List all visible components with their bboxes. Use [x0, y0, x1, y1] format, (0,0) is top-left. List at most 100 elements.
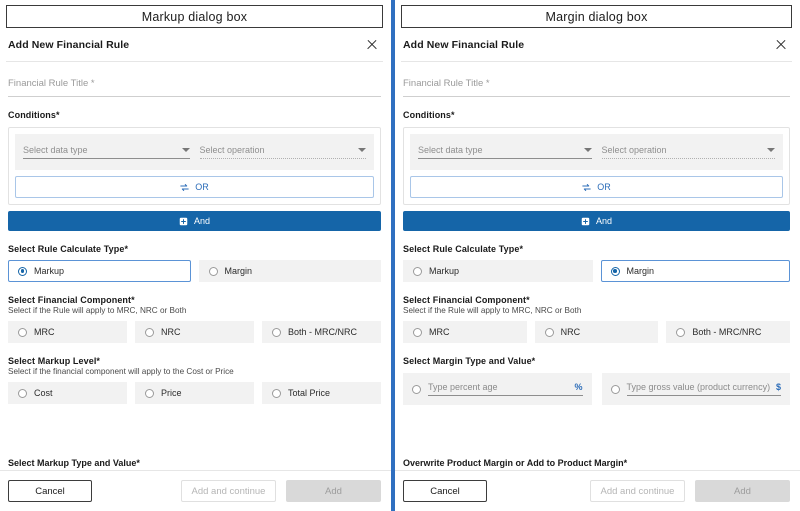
currency-unit-icon: $: [776, 382, 781, 392]
margin-option-margin[interactable]: Margin: [601, 260, 791, 282]
plus-box-icon: [581, 217, 590, 226]
margin-and-button[interactable]: And: [403, 211, 790, 231]
margin-caption-box: Margin dialog box: [401, 5, 792, 28]
markup-financial-component-label: Select Financial Component*: [8, 295, 381, 305]
margin-add-and-continue-button[interactable]: Add and continue: [590, 480, 685, 502]
margin-or-button[interactable]: OR: [410, 176, 783, 198]
markup-option-margin-label: Margin: [225, 266, 253, 276]
margin-percent-input[interactable]: Type percent age %: [428, 382, 583, 396]
radio-icon: [272, 328, 281, 337]
radio-icon: [611, 267, 620, 276]
dialog-comparison: Markup dialog box Add New Financial Rule…: [0, 0, 800, 511]
margin-rule-title-placeholder: Financial Rule Title *: [403, 78, 490, 89]
margin-and-label: And: [596, 216, 612, 226]
markup-option-markup[interactable]: Markup: [8, 260, 191, 282]
radio-icon: [18, 389, 27, 398]
markup-option-mrc-label: MRC: [34, 327, 55, 337]
margin-percent-placeholder: Type percent age: [428, 382, 498, 392]
margin-cancel-button[interactable]: Cancel: [403, 480, 487, 502]
markup-conditions-label: Conditions*: [8, 110, 381, 120]
markup-add-button[interactable]: Add: [286, 480, 381, 502]
close-icon[interactable]: [365, 38, 379, 52]
markup-rule-title-placeholder: Financial Rule Title *: [8, 78, 95, 89]
margin-option-both[interactable]: Both - MRC/NRC: [666, 321, 790, 343]
markup-conditions-card: Select data type Select operation OR: [8, 127, 381, 205]
chevron-down-icon: [767, 148, 775, 152]
markup-and-label: And: [194, 216, 210, 226]
markup-option-cost[interactable]: Cost: [8, 382, 127, 404]
close-icon[interactable]: [774, 38, 788, 52]
margin-operation-select[interactable]: Select operation: [602, 145, 776, 159]
margin-financial-component-sub: Select if the Rule will apply to MRC, NR…: [403, 306, 790, 315]
markup-option-price[interactable]: Price: [135, 382, 254, 404]
markup-rule-calc-type-label: Select Rule Calculate Type*: [8, 244, 381, 254]
margin-gross-field[interactable]: Type gross value (product currency) $: [602, 373, 791, 405]
markup-caption-box: Markup dialog box: [6, 5, 383, 28]
markup-level-options: Cost Price Total Price: [8, 382, 381, 404]
plus-box-icon: [179, 217, 188, 226]
markup-data-type-placeholder: Select data type: [23, 145, 88, 155]
markup-rule-title-input[interactable]: Financial Rule Title *: [8, 73, 381, 97]
chevron-down-icon: [182, 148, 190, 152]
markup-option-price-label: Price: [161, 388, 182, 398]
margin-data-type-select[interactable]: Select data type: [418, 145, 592, 159]
markup-option-total-price[interactable]: Total Price: [262, 382, 381, 404]
markup-option-markup-label: Markup: [34, 266, 64, 276]
margin-option-mrc-label: MRC: [429, 327, 450, 337]
markup-operation-select[interactable]: Select operation: [200, 145, 367, 159]
margin-data-type-placeholder: Select data type: [418, 145, 483, 155]
margin-gross-input[interactable]: Type gross value (product currency) $: [627, 382, 782, 396]
swap-arrows-icon: [582, 183, 591, 192]
markup-data-type-select[interactable]: Select data type: [23, 145, 190, 159]
markup-add-and-continue-button[interactable]: Add and continue: [181, 480, 276, 502]
margin-or-label: OR: [597, 182, 611, 192]
screenshot-root: Markup dialog box Add New Financial Rule…: [0, 0, 800, 511]
markup-and-button[interactable]: And: [8, 211, 381, 231]
margin-option-markup[interactable]: Markup: [403, 260, 593, 282]
markup-or-label: OR: [195, 182, 209, 192]
margin-overwrite-label: Overwrite Product Margin or Add to Produ…: [403, 458, 627, 468]
margin-option-mrc[interactable]: MRC: [403, 321, 527, 343]
radio-icon: [272, 389, 281, 398]
markup-cancel-button[interactable]: Cancel: [8, 480, 92, 502]
margin-percent-field[interactable]: Type percent age %: [403, 373, 592, 405]
margin-rule-title-input[interactable]: Financial Rule Title *: [403, 73, 790, 97]
margin-footer: Cancel Add and continue Add: [395, 470, 800, 511]
margin-option-nrc[interactable]: NRC: [535, 321, 659, 343]
margin-option-margin-label: Margin: [627, 266, 655, 276]
markup-option-nrc-label: NRC: [161, 327, 181, 337]
swap-arrows-icon: [180, 183, 189, 192]
markup-option-both-label: Both - MRC/NRC: [288, 327, 357, 337]
radio-icon: [18, 328, 27, 337]
markup-level-label: Select Markup Level*: [8, 356, 381, 366]
radio-icon: [413, 328, 422, 337]
radio-icon: [676, 328, 685, 337]
margin-condition-row: Select data type Select operation: [410, 134, 783, 170]
markup-dialog-title: Add New Financial Rule: [8, 39, 129, 51]
margin-operation-placeholder: Select operation: [602, 145, 667, 155]
markup-or-button[interactable]: OR: [15, 176, 374, 198]
percent-unit-icon: %: [574, 382, 582, 392]
markup-option-mrc[interactable]: MRC: [8, 321, 127, 343]
margin-rule-calc-type-label: Select Rule Calculate Type*: [403, 244, 790, 254]
markup-caption-text: Markup dialog box: [142, 10, 248, 24]
markup-option-nrc[interactable]: NRC: [135, 321, 254, 343]
margin-option-nrc-label: NRC: [561, 327, 581, 337]
markup-dialog: Add New Financial Rule Financial Rule Ti…: [0, 28, 391, 404]
margin-financial-component-label: Select Financial Component*: [403, 295, 790, 305]
radio-icon: [18, 267, 27, 276]
markup-dialog-header: Add New Financial Rule: [6, 28, 383, 62]
markup-rule-calc-type-options: Markup Margin: [8, 260, 381, 282]
markup-panel: Markup dialog box Add New Financial Rule…: [0, 0, 393, 511]
markup-financial-component-sub: Select if the Rule will apply to MRC, NR…: [8, 306, 381, 315]
radio-icon: [145, 328, 154, 337]
markup-level-sub: Select if the financial component will a…: [8, 367, 381, 376]
markup-option-both[interactable]: Both - MRC/NRC: [262, 321, 381, 343]
margin-option-markup-label: Markup: [429, 266, 459, 276]
chevron-down-icon: [358, 148, 366, 152]
markup-option-cost-label: Cost: [34, 388, 53, 398]
margin-conditions-label: Conditions*: [403, 110, 790, 120]
margin-caption-text: Margin dialog box: [545, 10, 647, 24]
margin-add-button[interactable]: Add: [695, 480, 790, 502]
markup-option-margin[interactable]: Margin: [199, 260, 382, 282]
